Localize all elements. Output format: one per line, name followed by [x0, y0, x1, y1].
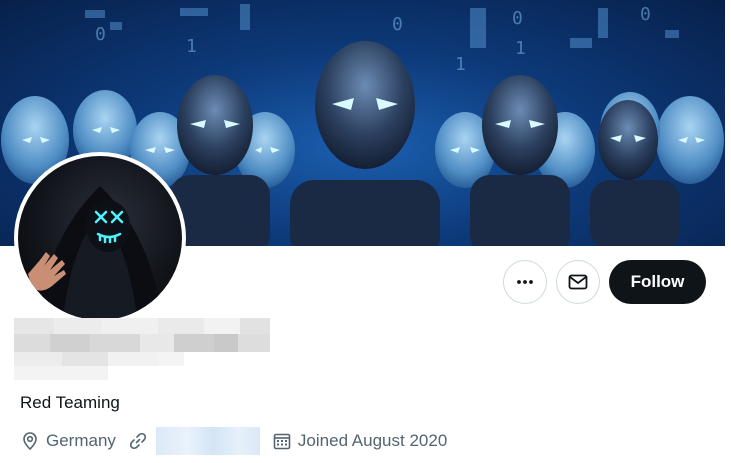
message-button[interactable] — [556, 260, 600, 304]
svg-text:0: 0 — [640, 4, 651, 25]
redacted-display-name — [14, 318, 270, 382]
svg-text:0: 0 — [512, 8, 523, 29]
svg-text:0: 0 — [95, 24, 106, 45]
link-icon — [129, 432, 146, 450]
profile-meta-row: Germany Joined August 2020 — [20, 427, 459, 455]
follow-button[interactable]: Follow — [609, 260, 706, 304]
profile-avatar[interactable] — [14, 152, 186, 324]
more-horizontal-icon — [517, 280, 533, 284]
calendar-icon — [273, 433, 291, 450]
svg-text:1: 1 — [515, 38, 526, 59]
profile-location: Germany — [20, 431, 116, 451]
hooded-figure-illustration — [28, 186, 162, 320]
avatar-image — [18, 156, 182, 320]
location-text: Germany — [46, 431, 116, 450]
svg-text:1: 1 — [455, 54, 466, 75]
profile-website[interactable] — [128, 427, 260, 455]
map-pin-icon — [23, 432, 37, 451]
svg-text:0: 0 — [392, 14, 403, 35]
envelope-icon — [568, 274, 588, 290]
more-options-button[interactable] — [503, 260, 547, 304]
svg-text:1: 1 — [186, 36, 197, 57]
profile-bio: Red Teaming — [20, 393, 120, 412]
joined-text: Joined August 2020 — [297, 431, 448, 450]
redacted-website-link[interactable] — [155, 427, 260, 455]
profile-joined-date: Joined August 2020 — [272, 431, 447, 451]
